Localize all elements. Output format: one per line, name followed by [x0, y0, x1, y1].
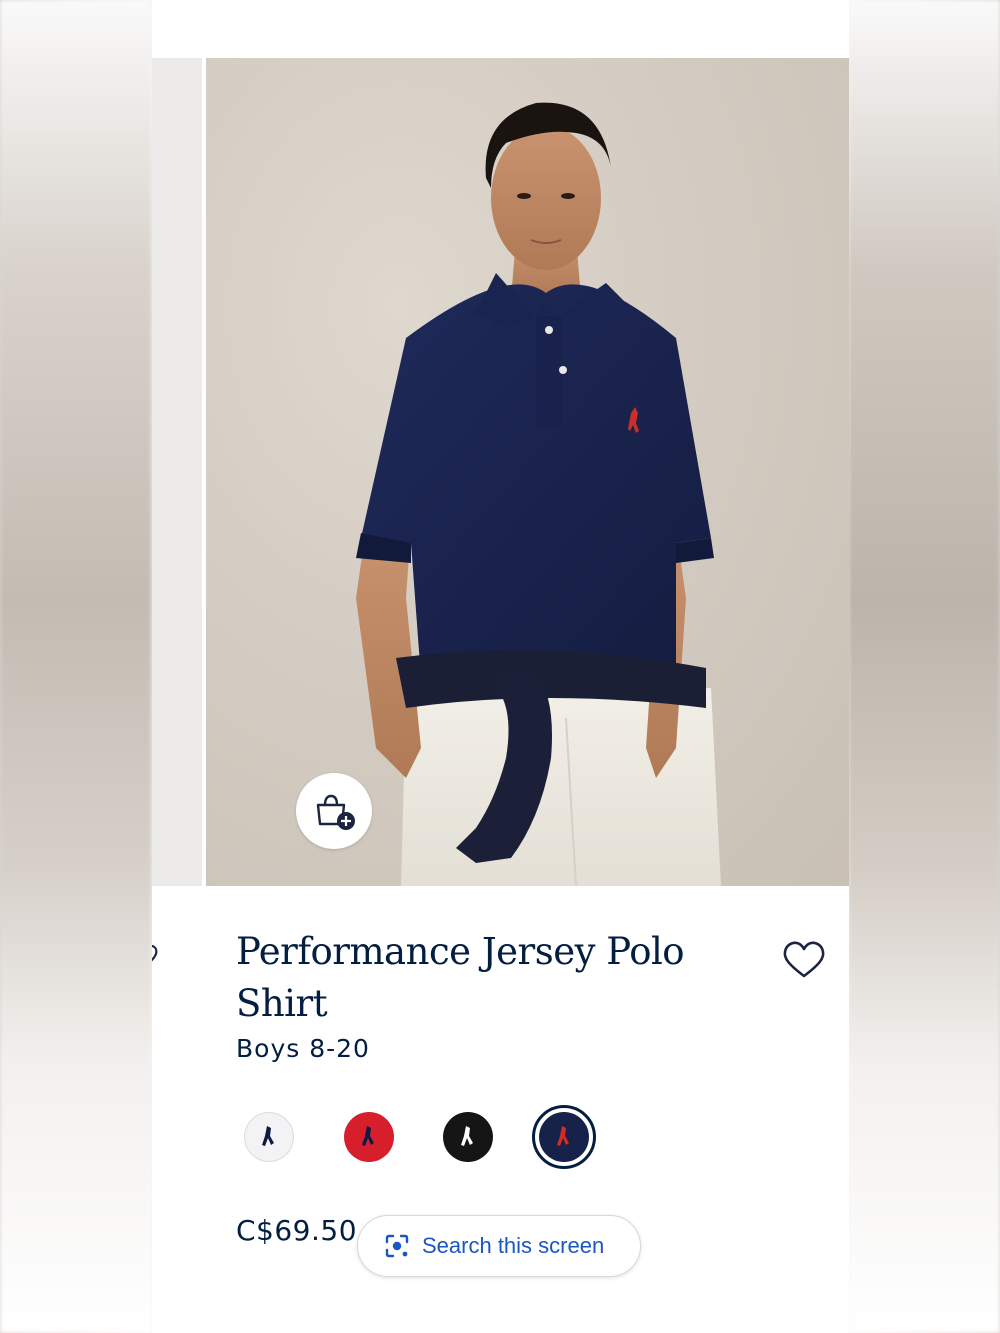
swatch-white[interactable] [244, 1112, 294, 1162]
previous-product-card[interactable] [152, 58, 202, 886]
pony-logo-icon [557, 1126, 569, 1146]
model-photo-illustration [356, 102, 721, 886]
swatch-black[interactable] [443, 1112, 493, 1162]
lens-icon [385, 1234, 409, 1258]
background-blur-left [0, 0, 152, 1333]
search-this-screen-button[interactable]: Search this screen [357, 1215, 641, 1277]
pony-logo-icon [461, 1126, 473, 1146]
product-subtitle: Boys 8-20 [236, 1034, 370, 1063]
product-title[interactable]: Performance Jersey Polo Shirt [236, 926, 706, 1030]
pony-logo-icon [362, 1126, 374, 1146]
product-photo[interactable] [206, 58, 849, 886]
add-to-bag-button[interactable] [296, 773, 372, 849]
previous-heart-icon[interactable] [152, 940, 164, 970]
swatch-navy[interactable] [539, 1112, 589, 1162]
swatch-red[interactable] [344, 1112, 394, 1162]
product-screen: Performance Jersey Polo Shirt Boys 8-20 … [152, 0, 849, 1333]
pony-logo-icon [262, 1126, 274, 1146]
bag-plus-icon [316, 794, 355, 830]
search-pill-label: Search this screen [422, 1233, 605, 1258]
heart-outline-icon[interactable] [782, 940, 826, 980]
product-price: C$69.50 [236, 1214, 358, 1247]
background-blur-right [848, 0, 1000, 1333]
